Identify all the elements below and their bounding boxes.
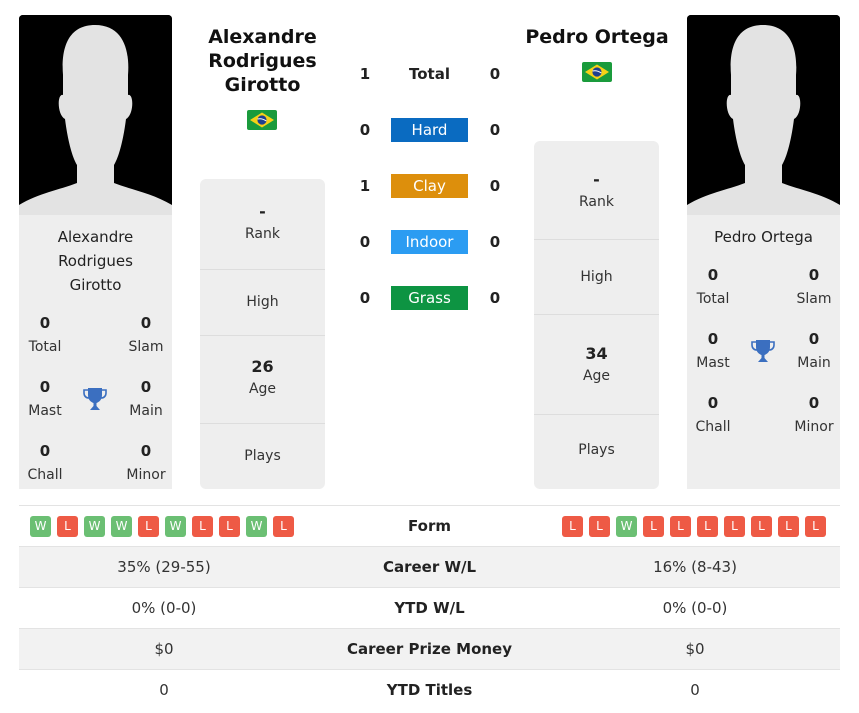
surface-grass-badge[interactable]: Grass (391, 286, 468, 310)
form-win-badge[interactable]: W (111, 516, 132, 537)
form-loss-badge[interactable]: L (643, 516, 664, 537)
h2h-grass: 0 Grass 0 (350, 286, 510, 310)
row-prize-money: $0 Career Prize Money $0 (19, 628, 840, 669)
titles-slam: 0 Slam (796, 266, 832, 307)
stat-rank: - Rank (579, 170, 614, 210)
trophy-icon (83, 387, 107, 413)
player2-stats: - Rank High 34 Age Plays (534, 141, 659, 489)
player2-card-name: Pedro Ortega (714, 228, 813, 246)
brazil-flag-icon (582, 62, 612, 82)
stat-high: High (200, 269, 325, 335)
row-ytd-titles: 0 YTD Titles 0 (19, 669, 840, 710)
h2h-total: 1 Total 0 (359, 65, 501, 83)
form-loss-badge[interactable]: L (670, 516, 691, 537)
form-loss-badge[interactable]: L (219, 516, 240, 537)
form-loss-badge[interactable]: L (751, 516, 772, 537)
stat-age: 34 Age (534, 314, 659, 414)
h2h-indoor: 0 Indoor 0 (350, 230, 510, 254)
titles-main: 0 Main (797, 330, 831, 371)
titles-total: 0 Total (696, 266, 730, 307)
titles-mast: 0 Mast (696, 330, 730, 371)
stat-plays: Plays (200, 423, 325, 489)
player2-title[interactable]: Pedro Ortega (516, 25, 678, 49)
row-form: WLWWLWLLWL Form LLWLLLLLLL (19, 505, 840, 546)
form-win-badge[interactable]: W (246, 516, 267, 537)
stat-plays: Plays (534, 414, 659, 489)
form-win-badge[interactable]: W (84, 516, 105, 537)
surface-hard-badge[interactable]: Hard (391, 118, 468, 142)
titles-total: 0 Total (28, 314, 62, 355)
player2-photo (687, 15, 840, 215)
silhouette-icon (687, 15, 840, 215)
form-loss-badge[interactable]: L (697, 516, 718, 537)
titles-mast: 0 Mast (28, 378, 62, 419)
player1-stats: - Rank High 26 Age Plays (200, 179, 325, 489)
player1-form: WLWWLWLLWL (30, 516, 294, 537)
h2h-hard: 0 Hard 0 (350, 118, 510, 142)
player1-card-name: Alexandre Rodrigues Girotto (57, 228, 134, 294)
silhouette-icon (19, 15, 172, 215)
row-career-wl: 35% (29-55) Career W/L 16% (8-43) (19, 546, 840, 587)
player1-photo (19, 15, 172, 215)
surface-indoor-badge[interactable]: Indoor (391, 230, 468, 254)
stat-age: 26 Age (200, 335, 325, 423)
h2h-clay: 1 Clay 0 (350, 174, 510, 198)
form-loss-badge[interactable]: L (273, 516, 294, 537)
form-loss-badge[interactable]: L (57, 516, 78, 537)
form-win-badge[interactable]: W (30, 516, 51, 537)
stat-rank: - Rank (245, 202, 280, 242)
titles-chall: 0 Chall (27, 442, 63, 483)
surface-clay-badge[interactable]: Clay (391, 174, 468, 198)
trophy-icon (751, 339, 775, 365)
form-win-badge[interactable]: W (616, 516, 637, 537)
player1-card: Alexandre Rodrigues Girotto 0 Total 0 Slam… (19, 215, 172, 489)
form-loss-badge[interactable]: L (138, 516, 159, 537)
stat-high: High (534, 239, 659, 314)
titles-minor: 0 Minor (794, 394, 834, 435)
form-loss-badge[interactable]: L (778, 516, 799, 537)
row-ytd-wl: 0% (0-0) YTD W/L 0% (0-0) (19, 587, 840, 628)
form-loss-badge[interactable]: L (724, 516, 745, 537)
form-loss-badge[interactable]: L (192, 516, 213, 537)
titles-main: 0 Main (129, 378, 163, 419)
form-win-badge[interactable]: W (165, 516, 186, 537)
form-loss-badge[interactable]: L (805, 516, 826, 537)
player2-form: LLWLLLLLLL (562, 516, 826, 537)
titles-slam: 0 Slam (128, 314, 164, 355)
player2-card: Pedro Ortega 0 Total 0 Slam 0 Mast 0 Main 0C… (687, 215, 840, 489)
titles-minor: 0 Minor (126, 442, 166, 483)
player1-title[interactable]: Alexandre Rodrigues Girotto (190, 25, 335, 97)
brazil-flag-icon (247, 110, 277, 130)
form-loss-badge[interactable]: L (589, 516, 610, 537)
titles-chall: 0 Chall (695, 394, 731, 435)
form-loss-badge[interactable]: L (562, 516, 583, 537)
